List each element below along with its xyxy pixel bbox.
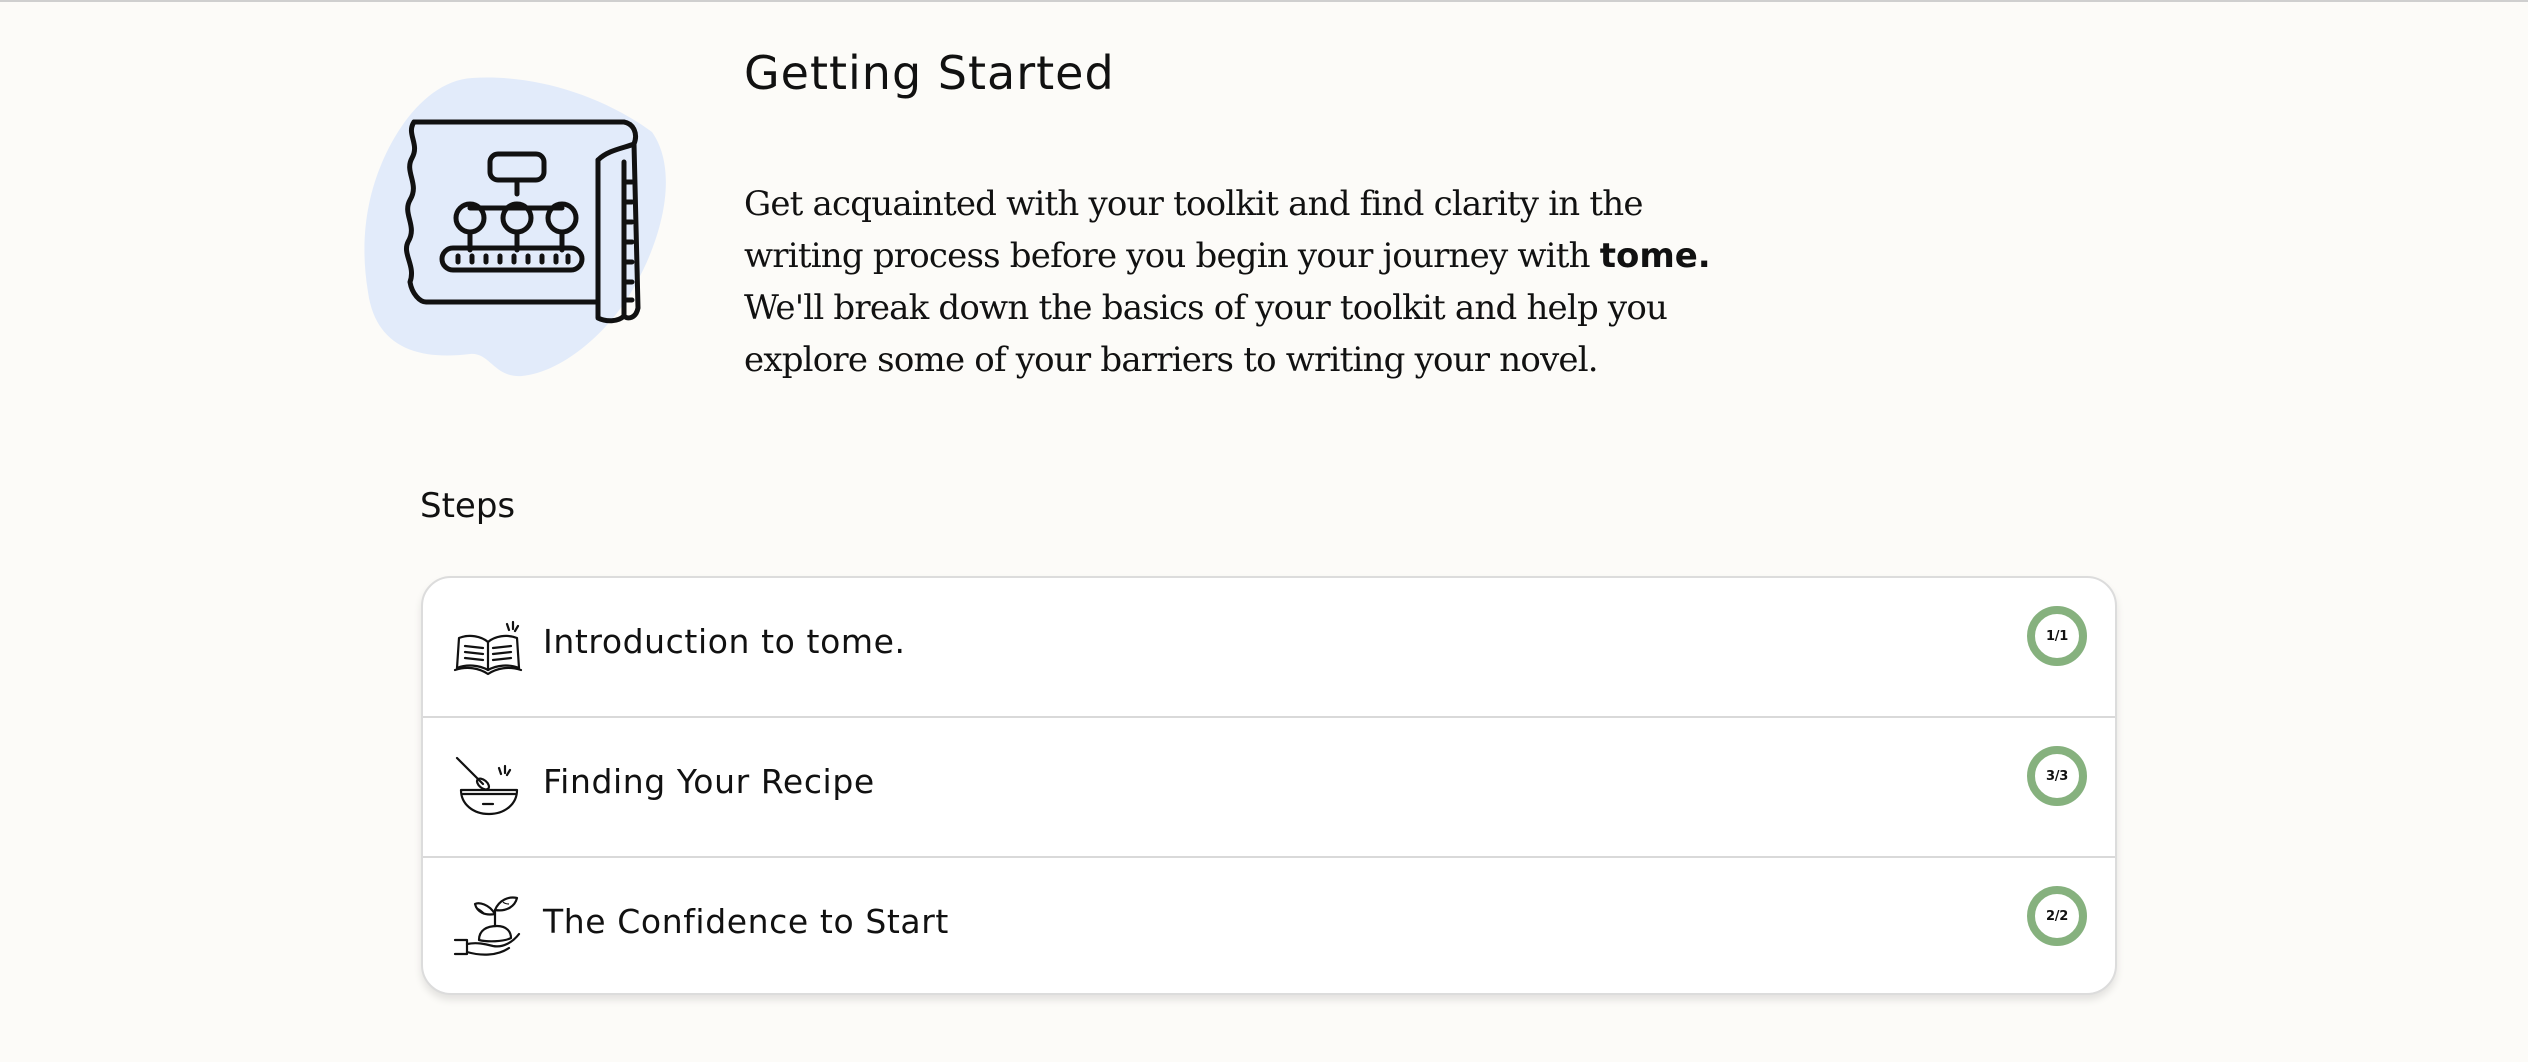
progress-indicator: 2/2 [2027,886,2087,946]
brand-name: tome. [1599,236,1711,276]
progress-indicator: 3/3 [2027,746,2087,806]
top-divider [0,0,2528,2]
open-book-icon [453,620,523,676]
mixing-bowl-icon [455,756,519,816]
steps-list: Introduction to tome. 1/1 Finding Your R… [421,576,2117,995]
step-item-introduction[interactable]: Introduction to tome. 1/1 [423,578,2115,718]
step-title: Finding Your Recipe [543,762,875,801]
progress-count: 3/3 [2046,768,2068,784]
step-title: The Confidence to Start [543,902,949,941]
step-title: Introduction to tome. [543,622,906,661]
intro-paragraph: Get acquainted with your toolkit and fin… [744,178,1754,386]
steps-heading: Steps [420,486,516,526]
hand-sprout-icon [453,896,521,956]
progress-count: 2/2 [2046,908,2068,924]
blueprint-flowchart-icon [364,77,666,377]
progress-count: 1/1 [2046,628,2068,644]
step-item-confidence-to-start[interactable]: The Confidence to Start 2/2 [423,858,2115,993]
step-item-finding-your-recipe[interactable]: Finding Your Recipe 3/3 [423,718,2115,858]
page-title: Getting Started [744,46,1115,100]
intro-text-start: Get acquainted with your toolkit and fin… [744,184,1643,276]
progress-indicator: 1/1 [2027,606,2087,666]
intro-text-end: We'll break down the basics of your tool… [744,288,1668,380]
